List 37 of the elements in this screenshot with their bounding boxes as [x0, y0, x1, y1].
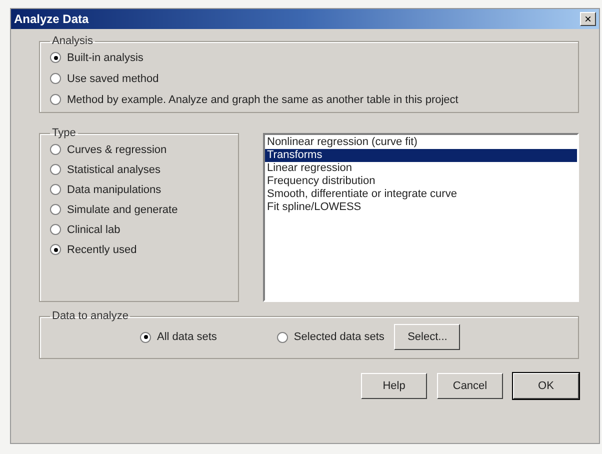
close-button[interactable]: ×: [580, 12, 596, 26]
dialog-button[interactable]: Cancel: [437, 373, 503, 399]
radio-label: Statistical analyses: [67, 164, 161, 176]
radio-label: All data sets: [157, 331, 217, 343]
radio-label: Built-in analysis: [67, 52, 144, 64]
list-item[interactable]: Nonlinear regression (curve fit): [265, 136, 577, 149]
radio-label: Simulate and generate: [67, 204, 178, 216]
radio-label: Selected data sets: [294, 331, 384, 343]
radio-button[interactable]: [50, 52, 61, 63]
radio-label: Curves & regression: [67, 144, 167, 156]
radio-button[interactable]: [50, 224, 61, 235]
radio-label: Clinical lab: [67, 224, 120, 236]
radio-button[interactable]: [50, 144, 61, 155]
select-button[interactable]: Select...: [394, 324, 460, 350]
radio-button[interactable]: [140, 332, 151, 342]
radio-label: Method by example. Analyze and graph the same as another table in this project: [67, 94, 458, 106]
radio-button[interactable]: [50, 184, 61, 195]
radio-button[interactable]: [50, 73, 61, 84]
list-item[interactable]: Transforms: [265, 149, 577, 162]
group-label: Type: [51, 127, 77, 139]
group-label: Analysis: [51, 35, 94, 47]
radio-button[interactable]: [50, 204, 61, 215]
radio-label: Recently used: [67, 244, 137, 256]
dialog-button[interactable]: Help: [361, 373, 427, 399]
radio-label: Use saved method: [67, 72, 159, 84]
group-label: Data to analyze: [51, 310, 130, 322]
window-title: Analyze Data: [14, 12, 89, 26]
radio-button[interactable]: [50, 164, 61, 175]
radio-button[interactable]: [276, 332, 288, 342]
list-item[interactable]: Frequency distribution: [265, 175, 577, 188]
list-item[interactable]: Fit spline/LOWESS: [265, 201, 577, 214]
dialog-button[interactable]: OK: [513, 373, 579, 399]
list-item[interactable]: Smooth, differentiate or integrate curve: [265, 188, 577, 201]
radio-button[interactable]: [50, 244, 61, 255]
radio-label: Data manipulations: [67, 184, 162, 196]
list-item[interactable]: Linear regression: [265, 162, 577, 175]
radio-button[interactable]: [50, 94, 61, 105]
